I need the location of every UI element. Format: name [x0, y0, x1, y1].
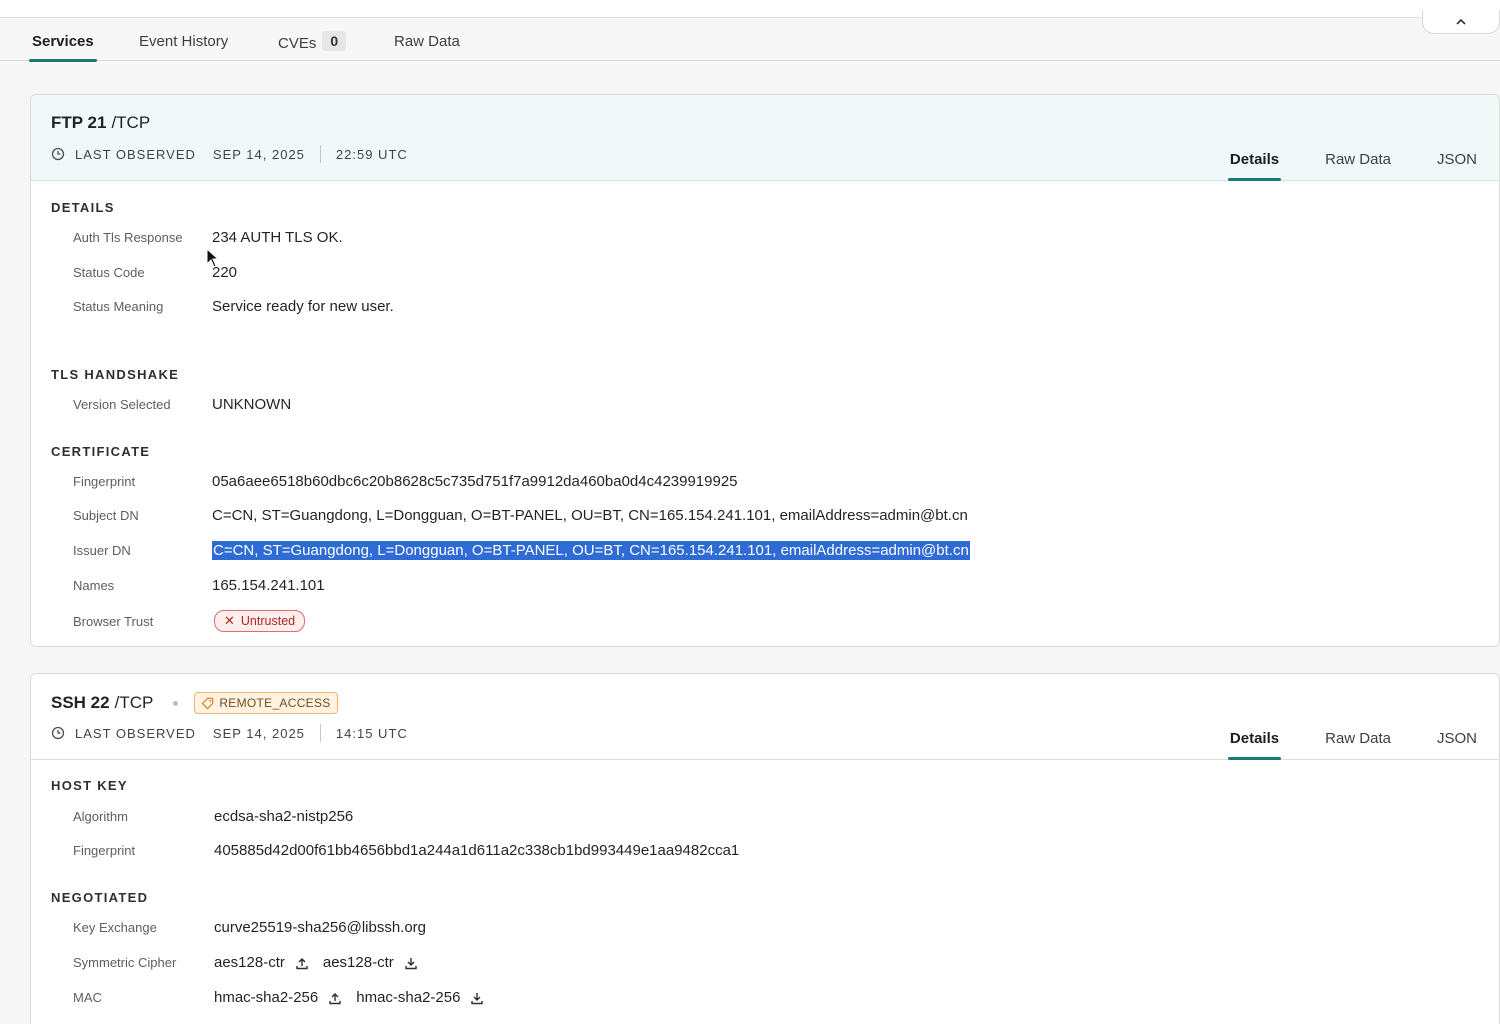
ssh-card-tabs: Details Raw Data JSON: [1227, 730, 1477, 760]
tag-icon: [201, 697, 214, 709]
detail-row-algorithm: Algorithm ecdsa-sha2-nistp256: [73, 808, 354, 825]
ssh-tab-raw-data[interactable]: Raw Data: [1325, 730, 1391, 759]
top-strip: [0, 0, 1500, 18]
ftp-service-card: FTP 21/TCP LAST OBSERVED SEP 14, 2025 22…: [30, 94, 1500, 647]
download-icon: [471, 992, 484, 1004]
divider: [319, 724, 321, 742]
tab-services[interactable]: Services: [29, 33, 97, 62]
ssh-tab-details[interactable]: Details: [1227, 730, 1282, 760]
ssh-card-header: SSH 22/TCP REMOTE_ACCESS LAST OBSERVED S…: [31, 674, 1499, 760]
upload-icon: [296, 957, 308, 969]
ftp-last-observed: LAST OBSERVED SEP 14, 2025 22:59 UTC: [51, 145, 408, 163]
ftp-tab-raw-data[interactable]: Raw Data: [1325, 151, 1391, 180]
ssh-tab-json[interactable]: JSON: [1437, 730, 1477, 759]
tab-cves[interactable]: CVEs 0: [278, 31, 347, 61]
tab-raw-data[interactable]: Raw Data: [394, 33, 460, 61]
tab-event-history[interactable]: Event History: [139, 33, 228, 61]
ftp-tab-details[interactable]: Details: [1227, 151, 1282, 181]
section-title-details: DETAILS: [51, 200, 115, 215]
untrusted-badge: ✕ Untrusted: [214, 610, 306, 632]
detail-row-browser-trust: Browser Trust ✕ Untrusted: [73, 610, 306, 632]
section-title-host-key: HOST KEY: [51, 778, 128, 793]
section-title-tls-handshake: TLS HANDSHAKE: [51, 367, 180, 382]
main-tabs: Services Event History CVEs 0 Raw Data: [0, 20, 1500, 62]
clock-icon: [51, 726, 65, 740]
detail-row-key-exchange: Key Exchange curve25519-sha256@libssh.org: [73, 919, 427, 936]
divider: [319, 145, 321, 163]
clock-icon: [51, 147, 65, 161]
selected-text[interactable]: C=CN, ST=Guangdong, L=Dongguan, O=BT-PAN…: [212, 541, 970, 560]
remote-access-tag[interactable]: REMOTE_ACCESS: [194, 692, 338, 714]
detail-row-names: Names 165.154.241.101: [73, 577, 325, 594]
mouse-cursor-icon: [206, 248, 220, 268]
ssh-service-card: SSH 22/TCP REMOTE_ACCESS LAST OBSERVED S…: [30, 673, 1500, 1024]
detail-row-subject-dn: Subject DN C=CN, ST=Guangdong, L=Dongguan…: [73, 507, 968, 524]
download-icon: [405, 957, 417, 969]
detail-row-symmetric-cipher: Symmetric Cipher aes128-ctr aes128-ctr: [73, 954, 432, 971]
close-icon: ✕: [224, 613, 235, 628]
ssh-last-observed: LAST OBSERVED SEP 14, 2025 14:15 UTC: [51, 724, 408, 742]
detail-row-auth-tls-response: Auth Tls Response 234 AUTH TLS OK.: [73, 229, 343, 246]
detail-row-version-selected: Version Selected UNKNOWN: [73, 396, 292, 413]
detail-row-issuer-dn: Issuer DN C=CN, ST=Guangdong, L=Dongguan,…: [73, 541, 970, 560]
detail-row-host-fingerprint: Fingerprint 405885d42d00f61bb4656bbd1a244…: [73, 842, 740, 859]
detail-row-status-meaning: Status Meaning Service ready for new user…: [73, 298, 394, 315]
ssh-service-title: SSH 22/TCP REMOTE_ACCESS: [51, 692, 338, 714]
ftp-service-title: FTP 21/TCP: [51, 113, 151, 132]
ftp-card-tabs: Details Raw Data JSON: [1227, 151, 1477, 181]
cve-count-badge: 0: [322, 31, 347, 51]
ftp-card-header: FTP 21/TCP LAST OBSERVED SEP 14, 2025 22…: [31, 95, 1499, 181]
upload-icon: [329, 992, 341, 1004]
ftp-tab-json[interactable]: JSON: [1437, 151, 1477, 180]
section-title-certificate: CERTIFICATE: [51, 444, 151, 459]
detail-row-fingerprint: Fingerprint 05a6aee6518b60dbc6c20b8628c5c…: [73, 473, 738, 490]
detail-row-mac: MAC hmac-sha2-256 hmac-sha2-256: [73, 989, 498, 1006]
section-title-negotiated: NEGOTIATED: [51, 890, 149, 905]
dot-separator: [173, 700, 179, 706]
